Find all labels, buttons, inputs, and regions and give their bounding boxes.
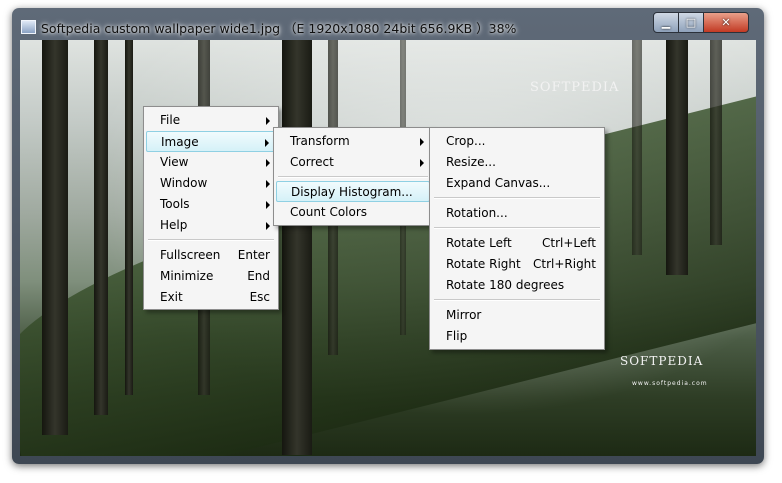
menu-item-image[interactable]: Image xyxy=(146,131,276,152)
softpedia-watermark-top: SOFTPEDIA xyxy=(530,80,620,95)
tree-trunk xyxy=(94,40,108,415)
tree-trunk xyxy=(42,40,68,435)
softpedia-watermark-bottom: SOFTPEDIA xyxy=(620,354,704,368)
submenu-arrow-icon xyxy=(266,201,270,209)
menu-item-mirror[interactable]: Mirror xyxy=(432,305,602,326)
menu-item-crop[interactable]: Crop... xyxy=(432,131,602,152)
menu-item-help[interactable]: Help xyxy=(146,215,276,236)
menu-item-correct[interactable]: Correct xyxy=(276,152,430,173)
window-title: Softpedia custom wallpaper wide1.jpg （E … xyxy=(41,21,517,36)
menu-item-minimize[interactable]: Minimize End xyxy=(146,266,276,287)
tree-trunk xyxy=(282,40,312,455)
close-icon: ✕ xyxy=(721,16,731,29)
tree-trunk xyxy=(710,40,722,245)
image-submenu: Transform Correct Display Histogram... C… xyxy=(273,127,433,226)
transform-submenu: Crop... Resize... Expand Canvas... Rotat… xyxy=(429,127,605,350)
menu-item-rotate-180[interactable]: Rotate 180 degrees xyxy=(432,275,602,296)
menu-item-view[interactable]: View xyxy=(146,152,276,173)
menu-separator xyxy=(278,176,428,178)
menu-item-flip[interactable]: Flip xyxy=(432,326,602,347)
menu-separator xyxy=(434,197,600,199)
menu-item-display-histogram[interactable]: Display Histogram... xyxy=(276,181,430,202)
tree-trunk xyxy=(632,40,642,255)
menu-item-transform[interactable]: Transform xyxy=(276,131,430,152)
menu-separator xyxy=(148,239,274,241)
submenu-arrow-icon xyxy=(266,159,270,167)
menu-item-window[interactable]: Window xyxy=(146,173,276,194)
title-bar[interactable]: Softpedia custom wallpaper wide1.jpg （E … xyxy=(12,8,764,42)
menu-item-expand-canvas[interactable]: Expand Canvas... xyxy=(432,173,602,194)
maximize-icon: □ xyxy=(685,16,697,29)
submenu-arrow-icon xyxy=(266,222,270,230)
menu-item-tools[interactable]: Tools xyxy=(146,194,276,215)
submenu-arrow-icon xyxy=(420,159,424,167)
menu-item-fullscreen[interactable]: Fullscreen Enter xyxy=(146,245,276,266)
menu-separator xyxy=(434,299,600,301)
submenu-arrow-icon xyxy=(266,117,270,125)
minimize-button[interactable]: ▁ xyxy=(653,12,679,33)
image-canvas[interactable]: SOFTPEDIA SOFTPEDIA www.softpedia.com xyxy=(20,40,756,456)
close-button[interactable]: ✕ xyxy=(703,12,749,33)
app-icon xyxy=(21,20,36,34)
menu-item-count-colors[interactable]: Count Colors xyxy=(276,202,430,223)
maximize-button[interactable]: □ xyxy=(678,12,704,33)
menu-item-rotate-right[interactable]: Rotate Right Ctrl+Right xyxy=(432,254,602,275)
menu-item-exit[interactable]: Exit Esc xyxy=(146,287,276,308)
submenu-arrow-icon xyxy=(265,139,269,147)
image-viewer-window: Softpedia custom wallpaper wide1.jpg （E … xyxy=(12,8,764,464)
menu-item-resize[interactable]: Resize... xyxy=(432,152,602,173)
submenu-arrow-icon xyxy=(266,180,270,188)
minimize-icon: ▁ xyxy=(661,16,671,29)
softpedia-watermark-url: www.softpedia.com xyxy=(632,380,708,387)
submenu-arrow-icon xyxy=(420,138,424,146)
menu-separator xyxy=(434,227,600,229)
tree-trunk xyxy=(666,40,688,275)
menu-item-rotate-left[interactable]: Rotate Left Ctrl+Left xyxy=(432,233,602,254)
main-context-menu: File Image View Window Tools Help Fullsc… xyxy=(143,106,279,310)
menu-item-file[interactable]: File xyxy=(146,110,276,131)
tree-trunk xyxy=(125,40,133,395)
menu-item-rotation[interactable]: Rotation... xyxy=(432,203,602,224)
